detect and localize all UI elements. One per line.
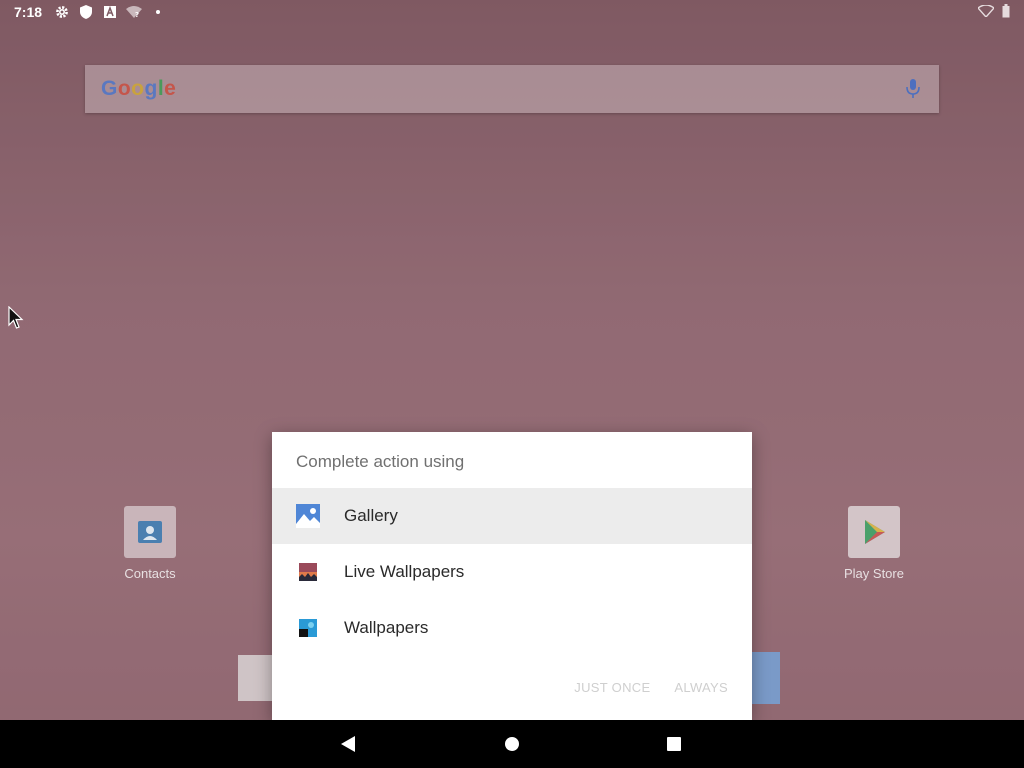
wifi-icon bbox=[976, 4, 996, 20]
always-button[interactable]: ALWAYS bbox=[674, 680, 728, 695]
option-label: Gallery bbox=[344, 506, 398, 525]
play-store-icon bbox=[848, 506, 900, 558]
live-wallpapers-icon bbox=[296, 560, 320, 584]
option-wallpapers[interactable]: Wallpapers bbox=[272, 600, 752, 656]
dock-photos-icon[interactable] bbox=[748, 652, 780, 704]
google-logo-letter: o bbox=[131, 77, 145, 100]
wallpapers-icon bbox=[296, 616, 320, 640]
status-bar: 7:18 ? bbox=[0, 0, 1024, 24]
contacts-icon bbox=[124, 506, 176, 558]
app-play-store[interactable]: Play Store bbox=[824, 506, 924, 581]
google-logo-letter: G bbox=[101, 77, 118, 100]
option-label: Wallpapers bbox=[344, 618, 429, 637]
dialog-title: Complete action using bbox=[296, 452, 465, 471]
home-icon[interactable] bbox=[505, 737, 519, 751]
gallery-icon bbox=[296, 504, 320, 528]
google-logo-letter: g bbox=[144, 77, 158, 100]
dock-gmail-icon[interactable] bbox=[238, 655, 274, 701]
option-live-wallpapers[interactable]: Live Wallpapers bbox=[272, 544, 752, 600]
google-logo-text: Google bbox=[101, 77, 176, 100]
gear-icon bbox=[54, 4, 70, 20]
app-label: Play Store bbox=[844, 566, 904, 581]
status-right bbox=[976, 3, 1010, 21]
google-logo-letter: o bbox=[117, 77, 132, 100]
mic-icon[interactable] bbox=[903, 77, 923, 101]
option-gallery[interactable]: Gallery bbox=[272, 488, 752, 544]
google-search-bar[interactable]: Google bbox=[85, 65, 939, 113]
svg-text:?: ? bbox=[135, 11, 139, 18]
a-letter-icon bbox=[102, 4, 118, 20]
recents-icon[interactable] bbox=[667, 737, 681, 751]
clock: 7:18 bbox=[14, 4, 43, 20]
app-label: Contacts bbox=[124, 566, 176, 581]
shield-icon bbox=[78, 4, 94, 20]
mouse-cursor-icon bbox=[8, 305, 24, 335]
complete-action-dialog: Complete action using Gallery Live Wallp… bbox=[272, 432, 752, 720]
battery-icon bbox=[1002, 3, 1010, 21]
back-icon[interactable] bbox=[341, 736, 355, 752]
app-contacts[interactable]: Contacts bbox=[100, 506, 200, 581]
google-logo: Google bbox=[101, 77, 176, 101]
option-label: Live Wallpapers bbox=[344, 562, 465, 581]
wifi-question-icon: ? bbox=[126, 4, 143, 20]
dot-icon bbox=[150, 4, 166, 20]
just-once-button[interactable]: JUST ONCE bbox=[574, 680, 650, 695]
dialog-actions: JUST ONCE ALWAYS bbox=[574, 680, 728, 695]
google-logo-letter: e bbox=[164, 77, 177, 100]
